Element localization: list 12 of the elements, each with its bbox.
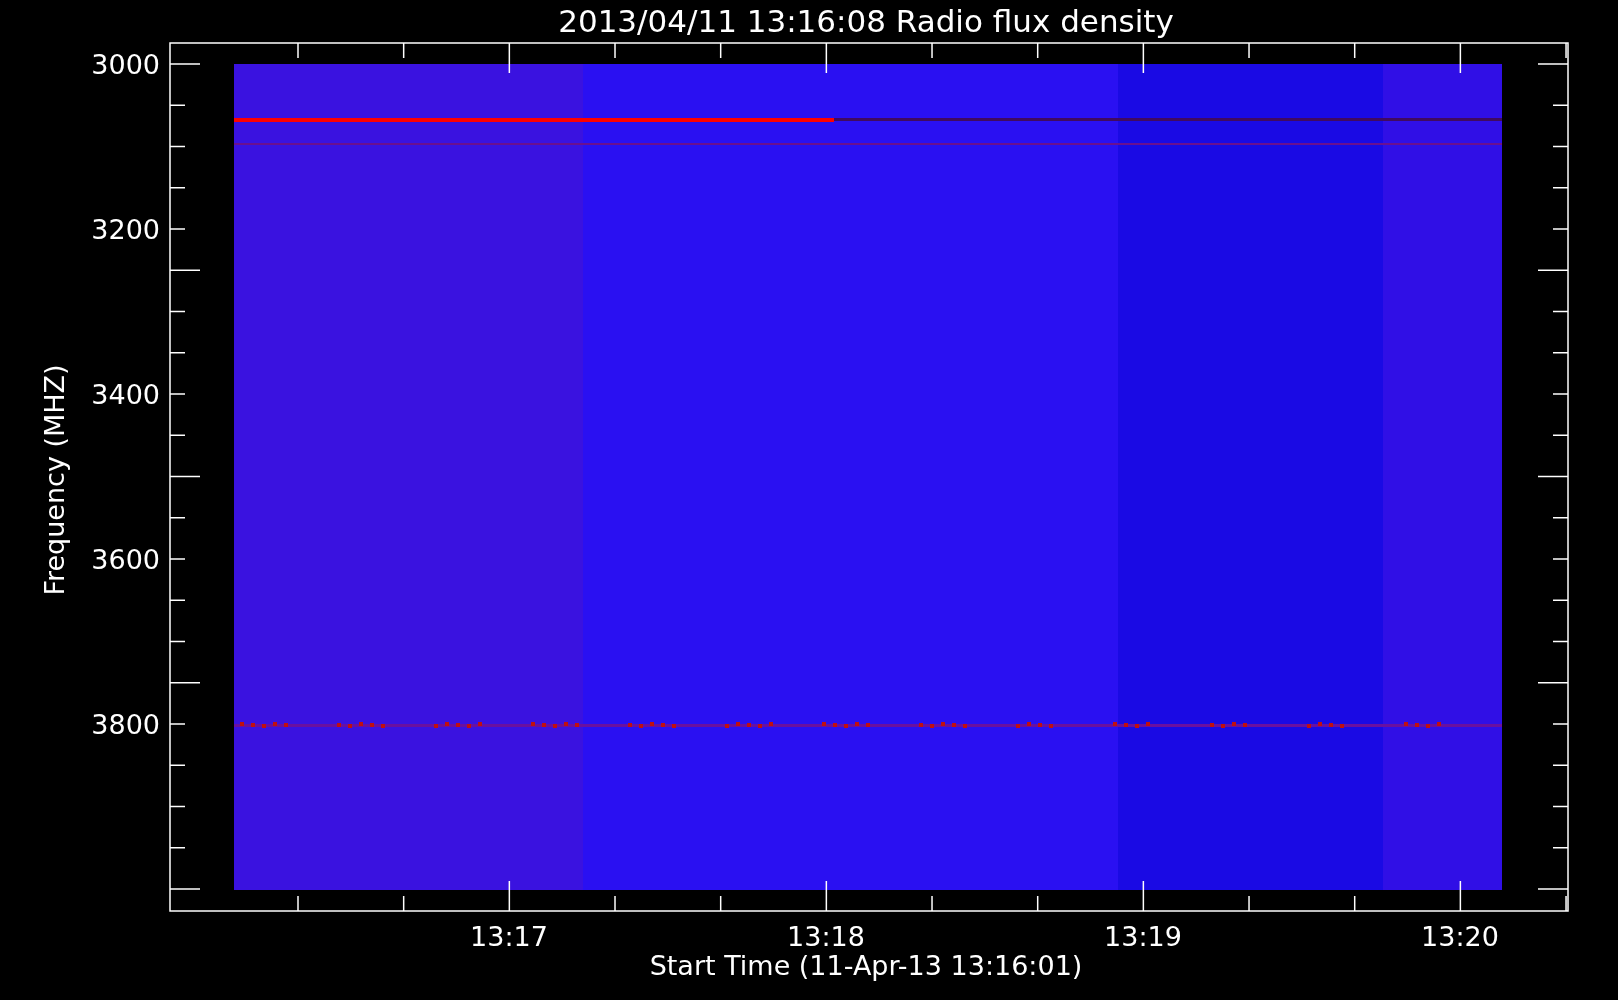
tick-label: 13:19 (1104, 921, 1182, 952)
tick-label: 13:17 (470, 921, 548, 952)
tick-label: 3600 (91, 544, 160, 575)
tick-label: 3400 (91, 379, 160, 410)
tick-label: 13:18 (787, 921, 865, 952)
tick-label: 3200 (91, 214, 160, 245)
tick-label: 3000 (91, 49, 160, 80)
axis-label: Frequency (MHZ) (39, 364, 70, 596)
tick-label: 13:20 (1421, 921, 1499, 952)
plot-title: 2013/04/11 13:16:08 Radio flux density (558, 3, 1174, 39)
axis-label: Start Time (11-Apr-13 13:16:01) (649, 950, 1083, 981)
tick-label: 3800 (91, 709, 160, 740)
